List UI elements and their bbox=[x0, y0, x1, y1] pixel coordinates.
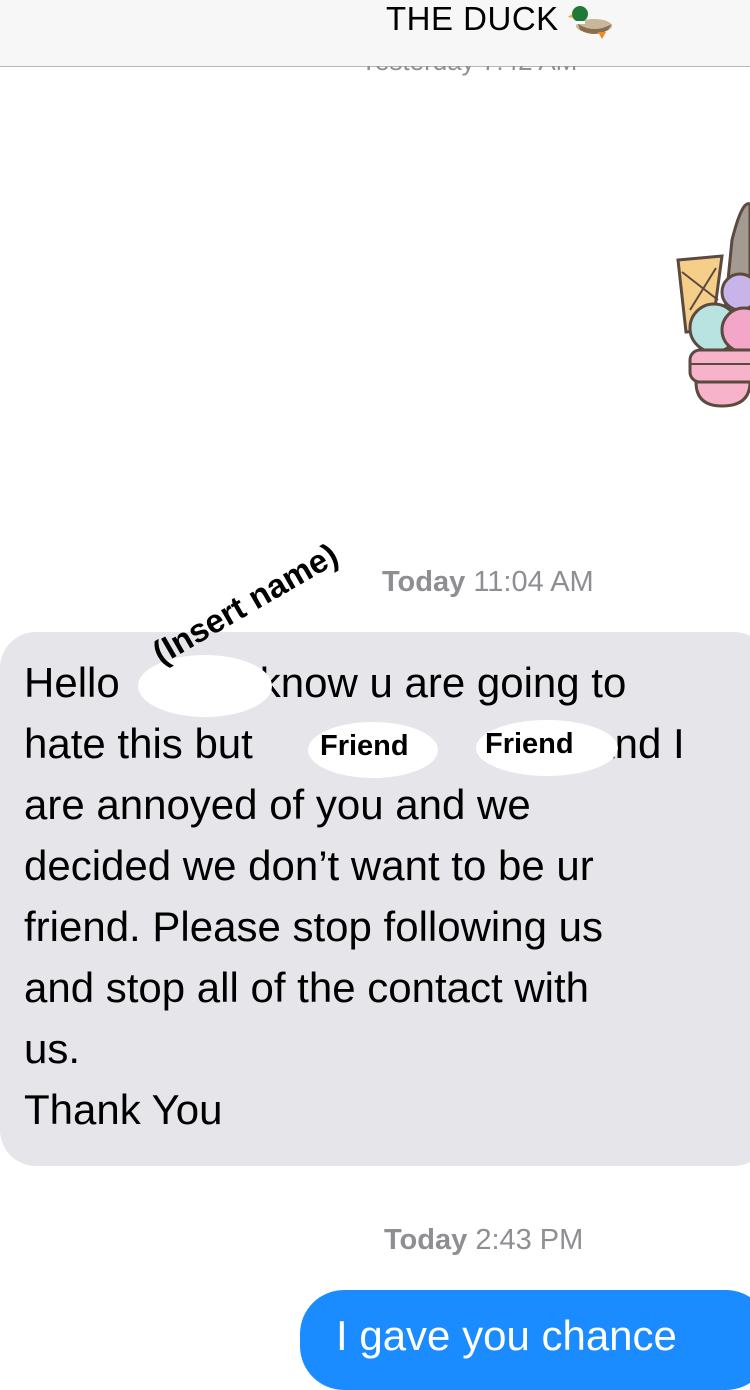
contact-name[interactable]: THE DUCK bbox=[386, 0, 559, 38]
outgoing-message-bubble[interactable]: I gave you chance bbox=[300, 1290, 750, 1390]
conversation-header: THE DUCK bbox=[0, 0, 750, 67]
redaction-blob-name bbox=[138, 655, 272, 717]
message-line: friend. Please stop following us bbox=[24, 903, 603, 950]
message-line: Hello I know u are going to bbox=[24, 659, 627, 706]
message-line: Thank You bbox=[24, 1086, 223, 1133]
timestamp-today-243: Today 2:43 PM bbox=[384, 1224, 584, 1256]
message-line: and stop all of the contact with bbox=[24, 964, 590, 1011]
previous-timestamp: Yesterday 7:42 AM bbox=[0, 66, 750, 78]
redaction-label-friend-2: Friend bbox=[485, 728, 574, 760]
redaction-label-friend-1: Friend bbox=[320, 730, 409, 762]
message-line: us. bbox=[24, 1025, 81, 1072]
timestamp-today-1104: Today 11:04 AM bbox=[382, 566, 594, 598]
duck-emoji-icon bbox=[568, 6, 612, 39]
pusheen-ice-cream-sticker[interactable] bbox=[672, 200, 750, 412]
outgoing-message-text: I gave you chance bbox=[336, 1312, 677, 1359]
message-line: are annoyed of you and we bbox=[24, 781, 531, 828]
message-line: decided we don’t want to be ur bbox=[24, 842, 594, 889]
